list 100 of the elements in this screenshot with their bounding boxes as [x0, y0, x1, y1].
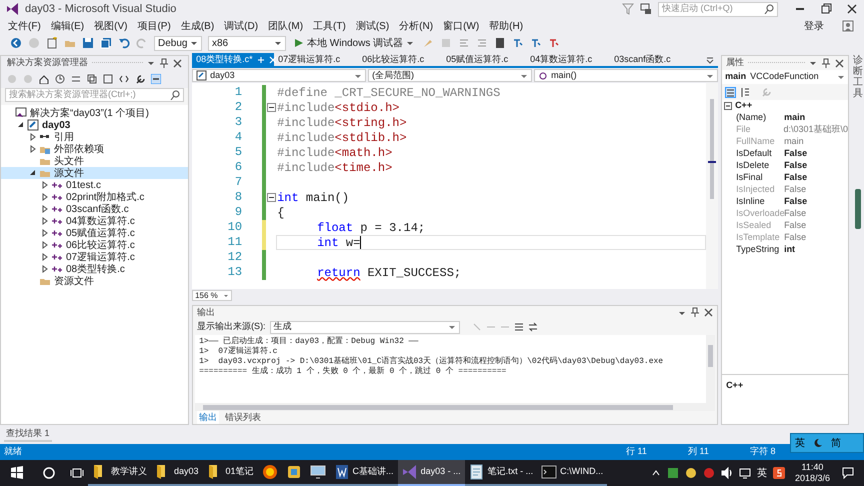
- chevron-up-icon[interactable]: [650, 468, 661, 478]
- close-icon[interactable]: [173, 58, 182, 68]
- restore-icon[interactable]: [820, 3, 832, 15]
- bottom-tab[interactable]: 查找结果 1: [4, 426, 52, 442]
- previous-bookmark-icon[interactable]: [530, 37, 542, 49]
- categorized-icon[interactable]: [725, 86, 736, 98]
- tree-item[interactable]: 源文件: [1, 167, 188, 179]
- pin-icon[interactable]: [159, 58, 170, 68]
- output-tab[interactable]: 错误列表: [225, 410, 262, 424]
- search-icon[interactable]: [42, 466, 56, 480]
- expanded-arrow-icon[interactable]: [29, 169, 36, 177]
- tree-item[interactable]: 资源文件: [1, 275, 188, 287]
- menu-item[interactable]: 调试(D): [220, 18, 262, 34]
- code-view-icon[interactable]: [119, 74, 129, 84]
- close-icon[interactable]: [835, 58, 844, 68]
- editor-tab[interactable]: 03scanf函数.c: [610, 53, 694, 66]
- menu-item[interactable]: 分析(N): [395, 18, 438, 34]
- tree-item[interactable]: 03scanf函数.c: [1, 203, 188, 215]
- editor-tab[interactable]: 04算数运算符.c: [526, 53, 610, 66]
- undo-icon[interactable]: [118, 37, 130, 49]
- properties-icon[interactable]: [135, 74, 145, 84]
- tree-item[interactable]: 04算数运算符.c: [1, 215, 188, 227]
- menu-item[interactable]: 工具(T): [309, 18, 350, 34]
- platform-dropdown[interactable]: x86: [208, 36, 286, 50]
- taskbar-button[interactable]: C:\WIND...: [537, 460, 608, 486]
- tree-item[interactable]: 08类型转换.c: [1, 263, 188, 275]
- collapse-all-icon[interactable]: [87, 74, 97, 84]
- menu-item[interactable]: 窗口(W): [439, 18, 484, 34]
- object-selector[interactable]: main VCCodeFunction: [722, 70, 848, 84]
- moon-icon[interactable]: [813, 438, 823, 448]
- output-source-dropdown[interactable]: 生成: [270, 320, 460, 334]
- editor-tab[interactable]: 06比较运算符.c: [358, 53, 442, 66]
- sort-alphabetical-icon[interactable]: [740, 86, 752, 98]
- volume-icon[interactable]: [720, 467, 733, 479]
- tray-app-icon[interactable]: [666, 467, 679, 479]
- tree-item[interactable]: day03: [1, 119, 188, 131]
- home-icon[interactable]: [39, 74, 49, 84]
- menu-item[interactable]: 项目(P): [133, 18, 175, 34]
- vertical-scrollbar[interactable]: [706, 83, 718, 289]
- taskbar-button[interactable]: day03: [151, 460, 203, 486]
- taskbar-button[interactable]: 笔记.txt - ...: [464, 460, 538, 486]
- sync-icon[interactable]: [71, 74, 81, 84]
- show-all-files-icon[interactable]: [103, 74, 113, 84]
- editor-tab[interactable]: 07逻辑运算符.c: [274, 53, 358, 66]
- dropdown-caret-icon[interactable]: [147, 60, 156, 66]
- member-dropdown[interactable]: main(): [534, 69, 718, 82]
- scope-dropdown[interactable]: (全局范围): [368, 69, 532, 82]
- tree-item[interactable]: 外部依赖项: [1, 143, 188, 155]
- new-item-icon[interactable]: [46, 37, 58, 49]
- bookmark-icon[interactable]: [494, 37, 506, 49]
- editor-tab[interactable]: 08类型转换.c*: [192, 53, 274, 66]
- windows-start-icon[interactable]: [10, 466, 24, 480]
- input-method-bar[interactable]: 英 简: [790, 433, 864, 453]
- pin-icon[interactable]: [690, 307, 700, 318]
- tree-item[interactable]: 01test.c: [1, 179, 188, 191]
- menu-item[interactable]: 编辑(E): [46, 18, 88, 34]
- menu-item[interactable]: 帮助(H): [485, 18, 528, 34]
- save-icon[interactable]: [82, 37, 94, 49]
- expanded-arrow-icon[interactable]: [17, 121, 24, 129]
- menu-item[interactable]: 视图(V): [90, 18, 132, 34]
- back-icon[interactable]: [10, 37, 22, 49]
- tree-item[interactable]: 头文件: [1, 155, 188, 167]
- next-bookmark-icon[interactable]: [512, 37, 524, 49]
- tree-item[interactable]: 引用: [1, 131, 188, 143]
- tray-app-icon[interactable]: [684, 467, 697, 479]
- tree-item[interactable]: 02print附加格式.c: [1, 191, 188, 203]
- close-icon[interactable]: [846, 3, 858, 15]
- clear-all-icon[interactable]: [514, 322, 524, 332]
- menu-item[interactable]: 文件(F): [4, 18, 45, 34]
- clock[interactable]: 11:40 2018/3/6: [794, 462, 830, 484]
- configuration-dropdown[interactable]: Debug: [154, 36, 202, 50]
- task-view-icon[interactable]: [70, 466, 84, 480]
- menu-item[interactable]: 测试(S): [352, 18, 394, 34]
- clear-bookmark-icon[interactable]: [548, 37, 560, 49]
- network-icon[interactable]: [738, 467, 751, 479]
- input-language[interactable]: 英: [756, 466, 767, 480]
- vertical-scrollbar[interactable]: [706, 335, 716, 403]
- tree-item[interactable]: 解决方案“day03”(1 个项目): [1, 107, 188, 119]
- tree-item[interactable]: 05赋值运算符.c: [1, 227, 188, 239]
- collapse-icon[interactable]: [724, 102, 732, 110]
- user-icon[interactable]: [842, 20, 854, 32]
- word-wrap-icon[interactable]: [528, 322, 538, 332]
- menu-item[interactable]: 生成(B): [176, 18, 218, 34]
- close-icon[interactable]: [704, 308, 714, 317]
- search-icon[interactable]: [764, 4, 774, 14]
- save-all-icon[interactable]: [100, 37, 112, 49]
- run-button[interactable]: 本地 Windows 调试器: [292, 36, 416, 50]
- side-tab[interactable]: 诊断工具: [853, 55, 864, 99]
- history-icon[interactable]: [55, 74, 65, 84]
- dropdown-caret-icon[interactable]: [809, 60, 818, 66]
- project-dropdown[interactable]: day03: [192, 69, 366, 82]
- preview-icon[interactable]: [151, 74, 161, 84]
- collapse-icon[interactable]: [266, 193, 276, 202]
- tree-item[interactable]: 07逻辑运算符.c: [1, 251, 188, 263]
- collapse-icon[interactable]: [266, 103, 276, 112]
- dropdown-caret-icon[interactable]: [678, 310, 686, 316]
- taskbar-button[interactable]: 01笔记: [202, 460, 258, 486]
- search-field[interactable]: 搜索解决方案资源管理器(Ctrl+;): [5, 88, 184, 102]
- input-method-icon[interactable]: [772, 467, 785, 479]
- horizontal-scrollbar[interactable]: [195, 403, 716, 411]
